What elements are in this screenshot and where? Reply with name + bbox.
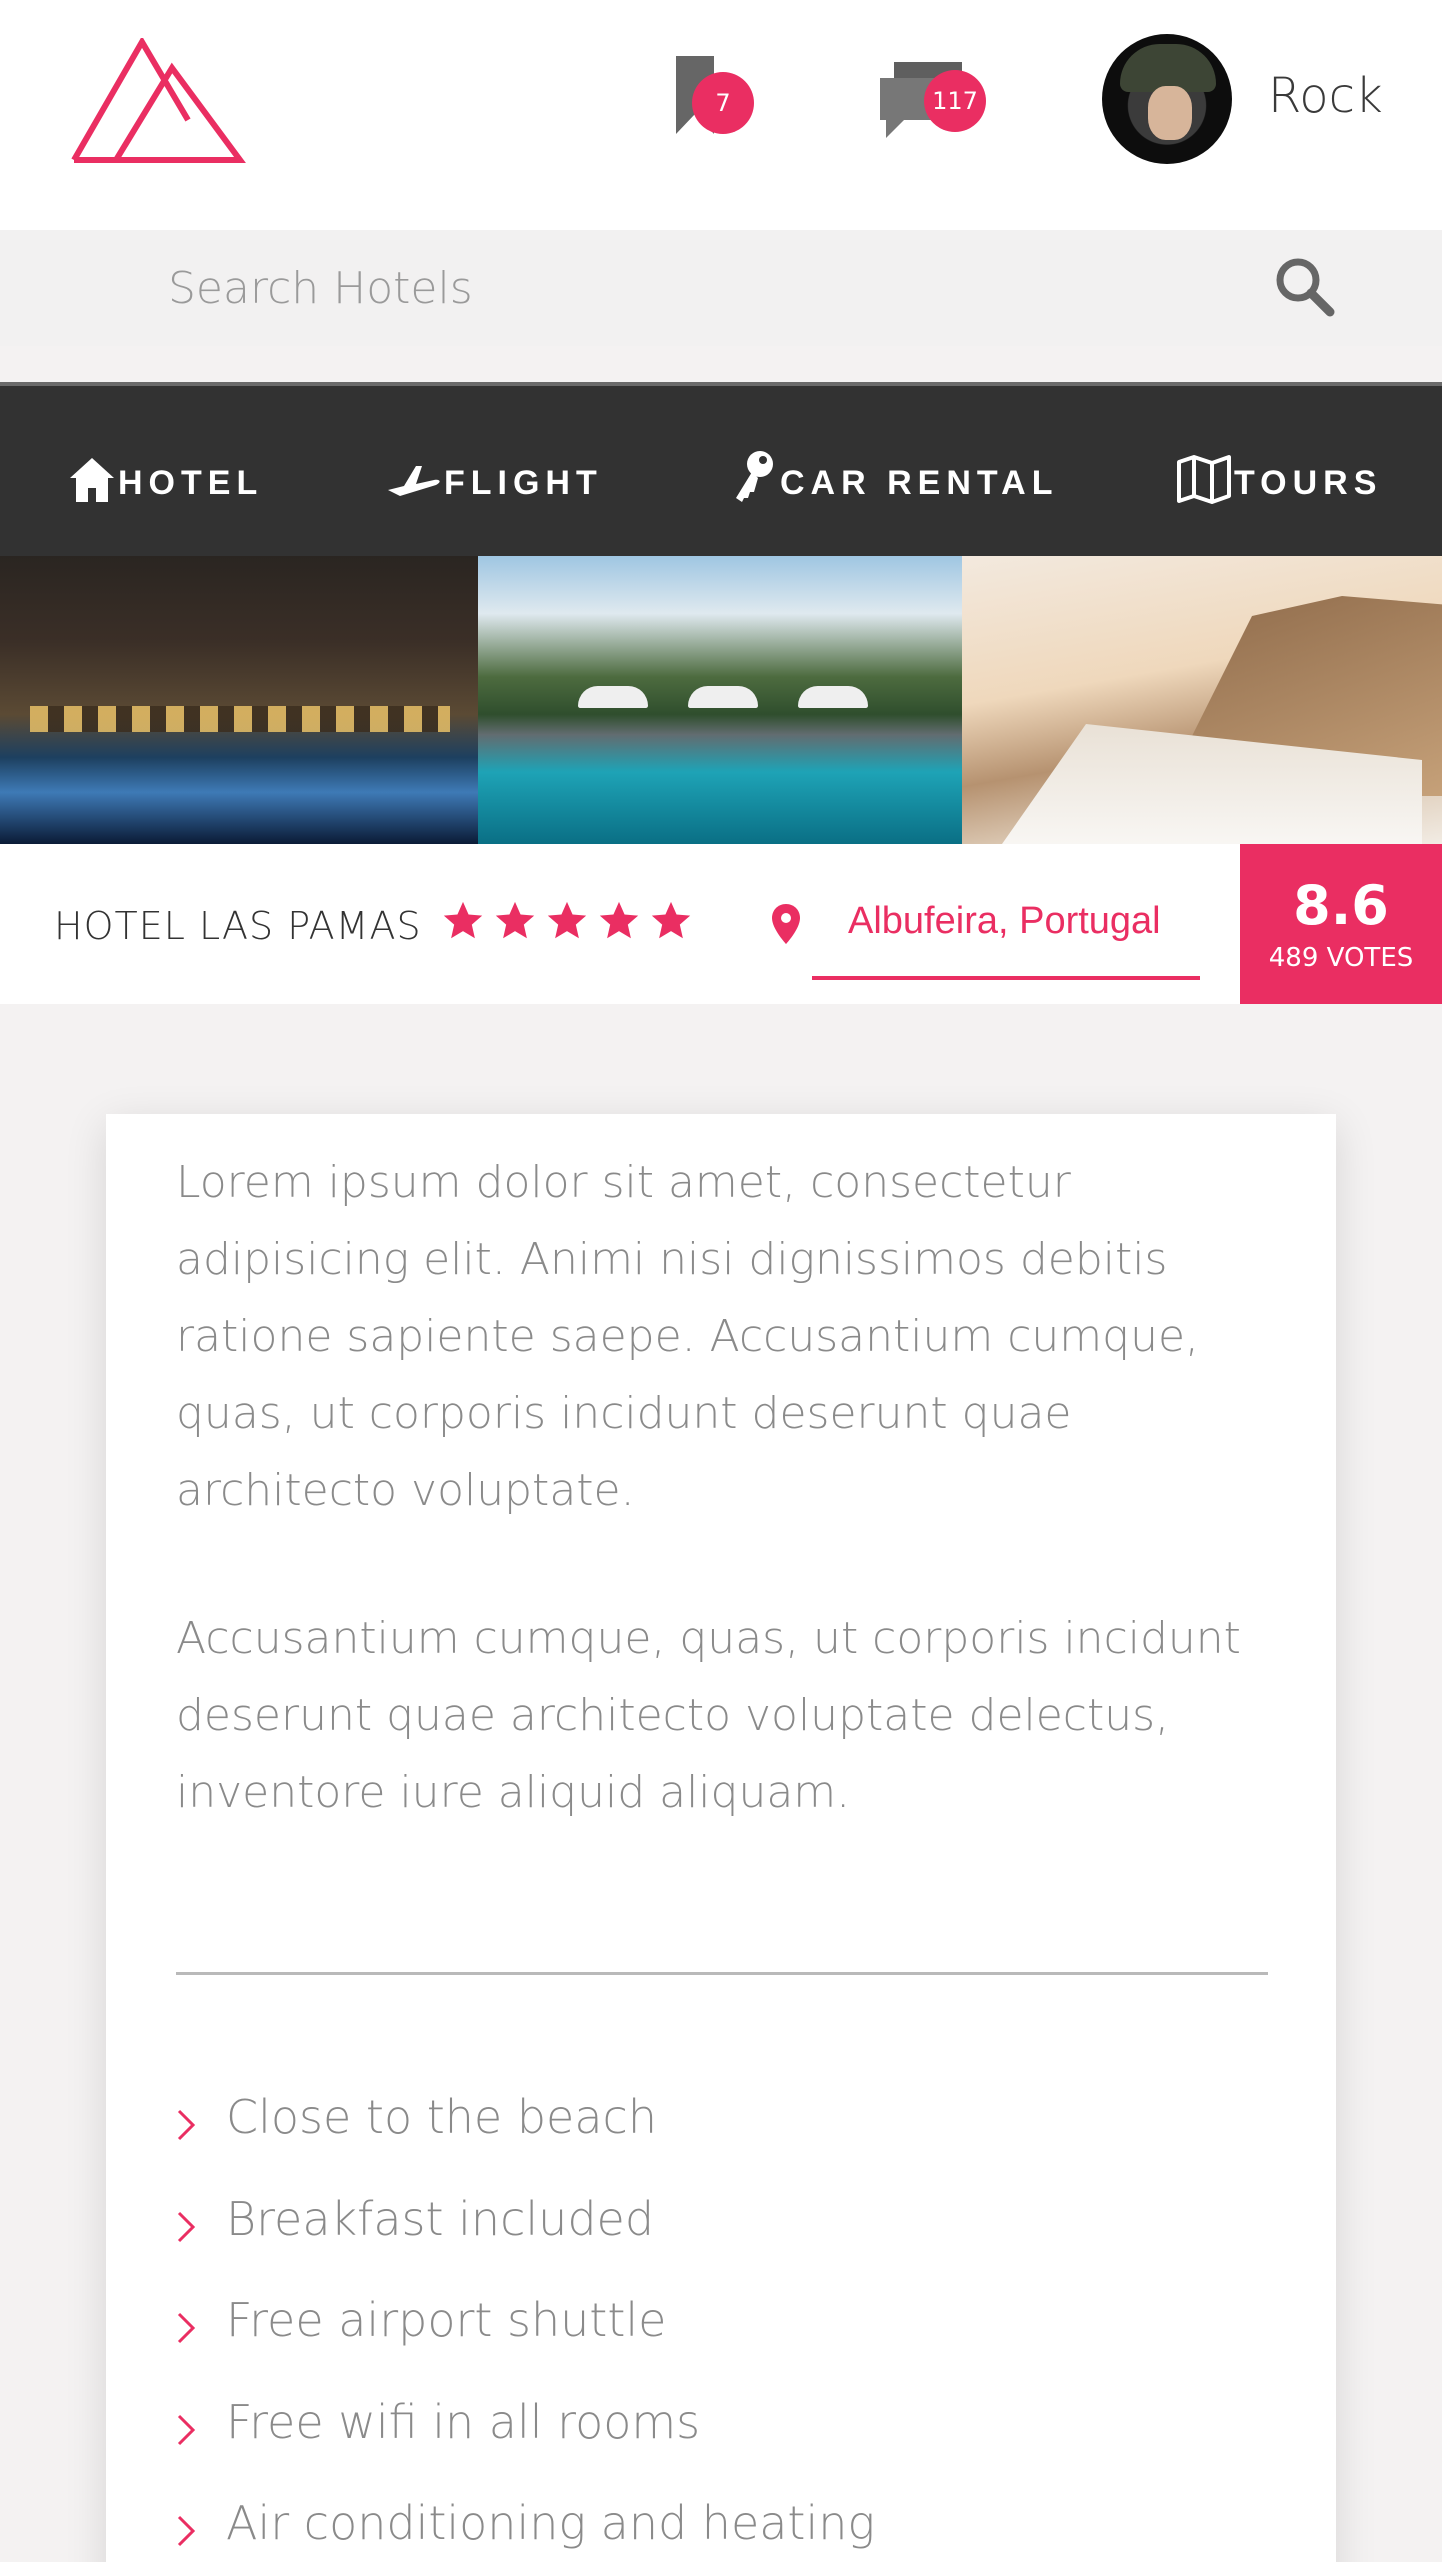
chevron-right-icon [177, 2211, 196, 2242]
review-score: 8.6 489 VOTES [1240, 844, 1442, 1004]
star-icon [547, 901, 587, 939]
star-icon [495, 901, 535, 939]
hotel-details-card: Lorem ipsum dolor sit amet, consectetur … [106, 1114, 1336, 2562]
star-icon [443, 901, 483, 939]
location-pin-icon [772, 904, 800, 944]
nav-tours[interactable]: TOURS [1176, 444, 1382, 504]
amenity-label: Close to the beach [226, 2090, 657, 2144]
avatar-cap [1120, 44, 1216, 92]
hotel-name: HOTEL LAS PAMAS [54, 904, 422, 948]
chevron-right-icon [177, 2109, 196, 2141]
umbrella [578, 686, 648, 708]
category-nav: HOTEL FLIGHT CAR RENTAL TOURS [0, 382, 1442, 556]
photo-hotel-pool-day[interactable] [478, 556, 962, 844]
amenity-label: Air conditioning and heating [226, 2496, 876, 2550]
search-bar [0, 230, 1442, 346]
list-item: Breakfast included [176, 2192, 1268, 2294]
photo-lights [30, 706, 450, 732]
key-icon [736, 451, 773, 502]
star-icon [651, 901, 691, 939]
top-header: 7 117 Rock [0, 0, 1442, 230]
bookmarks-button[interactable]: 7 [672, 52, 754, 138]
score-value: 8.6 [1293, 874, 1389, 937]
nav-flight[interactable]: FLIGHT [386, 444, 603, 504]
votes-count: 489 VOTES [1268, 943, 1414, 973]
divider [176, 1972, 1268, 1975]
amenities-list: Close to the beach Breakfast included Fr… [176, 2090, 1268, 2562]
amenity-label: Breakfast included [226, 2191, 655, 2246]
search-input[interactable] [168, 250, 1228, 326]
hotel-info-bar: HOTEL LAS PAMAS Albufeira, Portugal 8.6 … [0, 844, 1442, 1004]
home-icon [70, 458, 114, 502]
location-text: Albufeira, Portugal [848, 900, 1161, 942]
chevron-right-icon [177, 2312, 196, 2344]
chevron-right-icon [177, 2414, 196, 2445]
star-rating [440, 898, 694, 944]
username[interactable]: Rock [1268, 68, 1383, 124]
umbrella [688, 686, 758, 708]
brand-logo[interactable] [70, 38, 246, 164]
description-paragraph-2: Accusantium cumque, quas, ut corporis in… [176, 1613, 1241, 1818]
photo-resort-pool-night[interactable] [0, 556, 478, 844]
search-icon[interactable] [1270, 252, 1340, 322]
photo-seaside-terrace[interactable] [962, 556, 1442, 844]
umbrella [798, 686, 868, 708]
description-paragraph-1: Lorem ipsum dolor sit amet, consectetur … [176, 1157, 1200, 1516]
list-item: Close to the beach [176, 2090, 1268, 2192]
chevron-right-icon [177, 2515, 196, 2547]
nav-hotel[interactable]: HOTEL [68, 444, 263, 504]
bookmarks-badge: 7 [692, 72, 754, 134]
list-item: Air conditioning and heating [176, 2496, 1268, 2562]
nav-car-rental-label: CAR RENTAL [780, 464, 1059, 502]
nav-tours-label: TOURS [1234, 464, 1383, 502]
location-link[interactable]: Albufeira, Portugal [812, 880, 1200, 980]
plane-icon [388, 466, 440, 496]
messages-badge: 117 [924, 70, 986, 132]
map-icon [1177, 455, 1231, 504]
list-item: Free wifi in all rooms [176, 2395, 1268, 2497]
messages-button[interactable]: 117 [874, 58, 986, 142]
photo-gallery [0, 556, 1442, 844]
amenity-label: Free wifi in all rooms [226, 2394, 701, 2449]
list-item: Free airport shuttle [176, 2293, 1268, 2395]
nav-hotel-label: HOTEL [118, 464, 264, 502]
avatar[interactable] [1102, 34, 1232, 164]
star-icon [599, 901, 639, 939]
avatar-face [1148, 86, 1192, 140]
nav-car-rental[interactable]: CAR RENTAL [730, 444, 1058, 504]
nav-flight-label: FLIGHT [444, 464, 603, 502]
amenity-label: Free airport shuttle [226, 2293, 667, 2347]
